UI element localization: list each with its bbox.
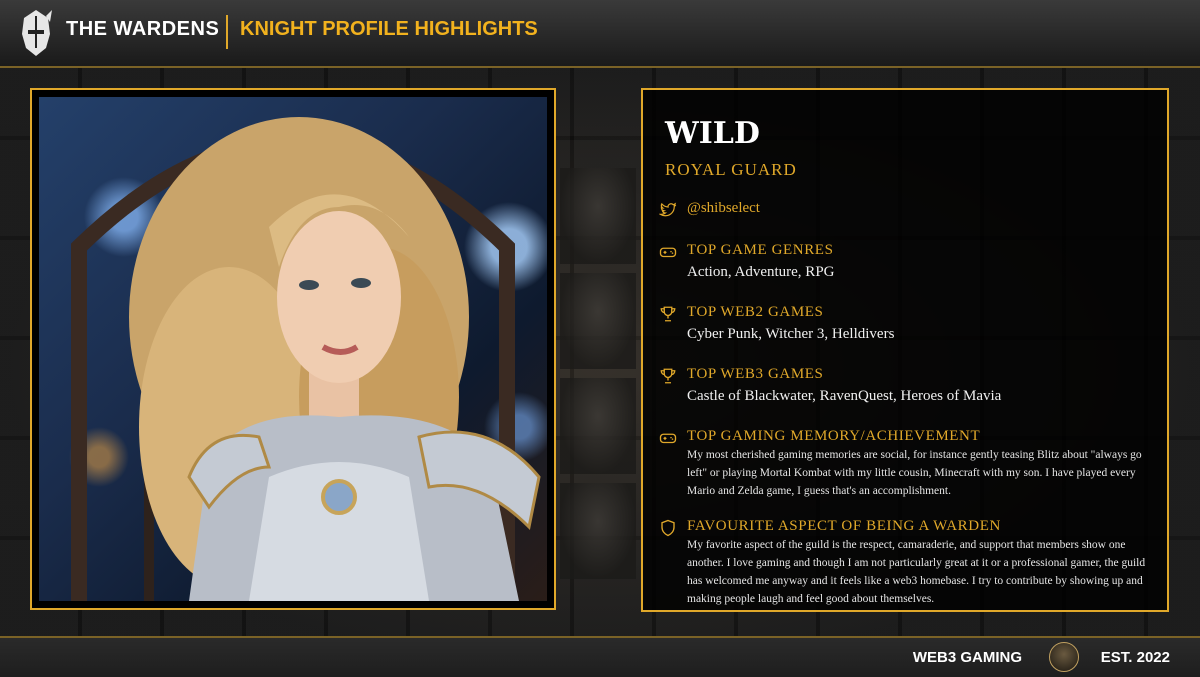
header-bar: THE WARDENS KNIGHT PROFILE HIGHLIGHTS xyxy=(0,0,1200,68)
gamepad-icon xyxy=(659,433,677,444)
brand-title: THE WARDENS xyxy=(66,18,220,40)
twitter-handle: @shibselect xyxy=(687,200,760,216)
footer-tagline: WEB3 GAMING xyxy=(912,649,1022,666)
guild-badge-icon xyxy=(1049,642,1079,672)
shield-icon xyxy=(661,519,675,537)
section-heading: TOP WEB3 GAMES xyxy=(687,366,824,382)
knight-helmet-logo-icon xyxy=(22,10,52,56)
gamepad-icon xyxy=(659,247,677,258)
profile-panel: WILD ROYAL GUARD @shibselect TOP GAME GE… xyxy=(641,88,1169,612)
section-value: Castle of Blackwater, RavenQuest, Heroes… xyxy=(687,388,1002,404)
section-value: Action, Adventure, RPG xyxy=(687,264,835,280)
section-heading: FAVOURITE ASPECT OF BEING A WARDEN xyxy=(687,518,1001,534)
footer-bar: WEB3 GAMING EST. 2022 xyxy=(0,636,1200,677)
section-paragraph: My most cherished gaming memories are so… xyxy=(687,449,1142,497)
section-value: Cyber Punk, Witcher 3, Helldivers xyxy=(687,326,895,342)
portrait-frame xyxy=(30,88,556,610)
section-heading: TOP GAME GENRES xyxy=(687,242,834,258)
knight-portrait-image xyxy=(39,97,547,601)
twitter-icon xyxy=(659,202,677,217)
section-paragraph: My favorite aspect of the guild is the r… xyxy=(687,539,1146,605)
portrait-figure xyxy=(71,117,541,601)
footer-established: EST. 2022 xyxy=(1100,649,1170,666)
page-title: KNIGHT PROFILE HIGHLIGHTS xyxy=(240,18,538,40)
trophy-icon xyxy=(660,306,676,322)
knight-name: WILD xyxy=(665,116,760,151)
knight-rank: ROYAL GUARD xyxy=(665,160,797,179)
section-heading: TOP WEB2 GAMES xyxy=(687,304,824,320)
trophy-icon xyxy=(660,368,676,384)
header-divider xyxy=(226,15,228,49)
section-heading: TOP GAMING MEMORY/ACHIEVEMENT xyxy=(687,428,981,444)
